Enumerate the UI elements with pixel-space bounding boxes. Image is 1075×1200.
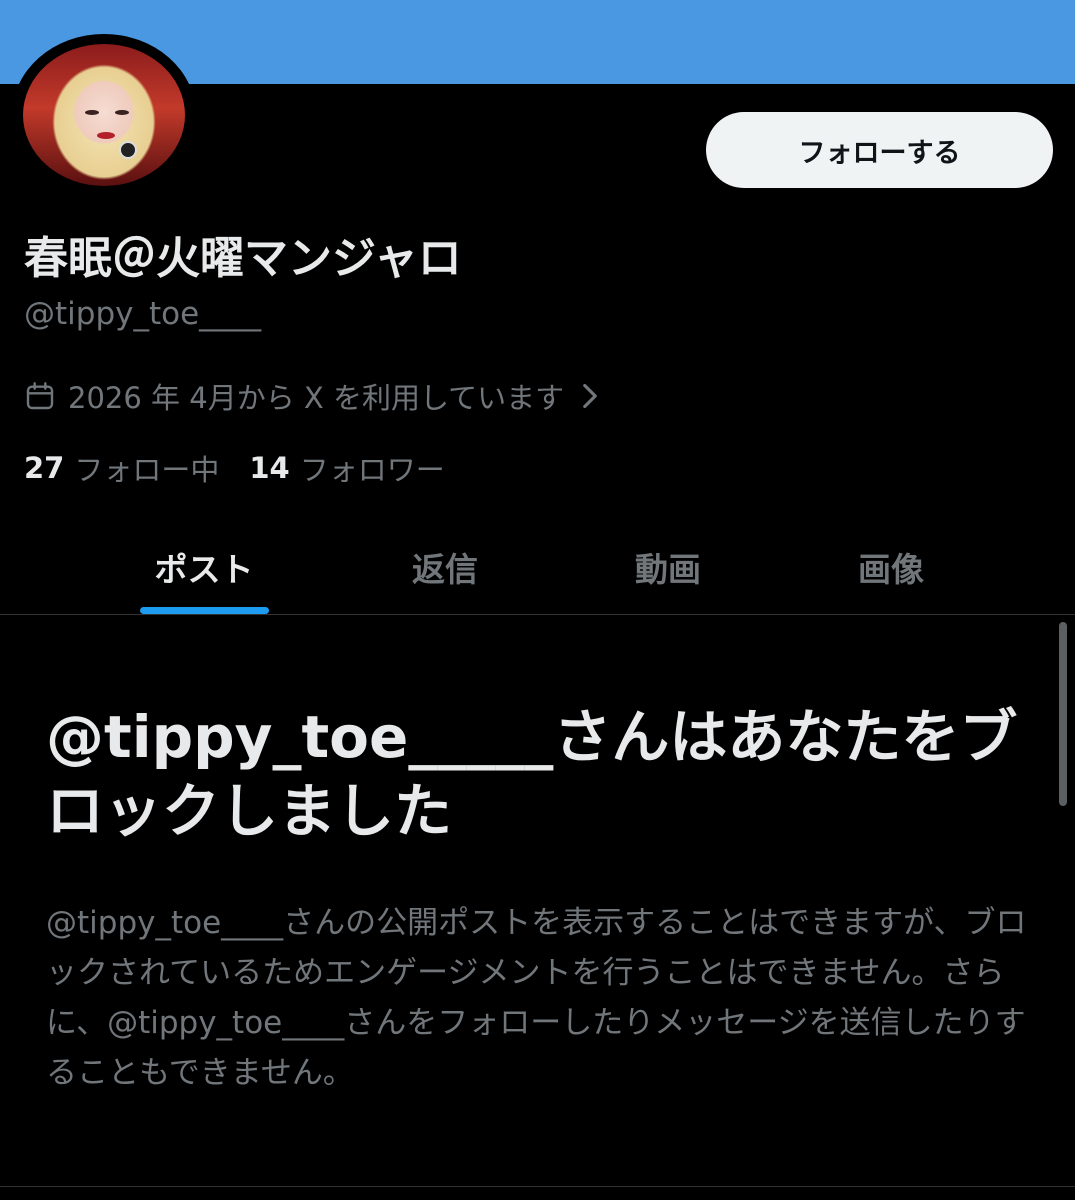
avatar-detail [115,110,129,115]
profile-tabs: ポスト 返信 動画 画像 [0,520,1075,615]
follow-button[interactable]: フォローする [706,112,1053,188]
tab-images[interactable]: 画像 [791,520,991,614]
tab-replies[interactable]: 返信 [345,520,545,614]
following-link[interactable]: 27 フォロー中 [24,447,219,489]
avatar-detail [97,132,115,139]
following-label: フォロー中 [74,453,220,487]
joined-date[interactable]: 2026 年 4月から X を利用しています [24,376,612,416]
avatar[interactable] [23,44,185,186]
display-name: 春眠＠火曜マンジャロ [24,233,462,284]
followers-count: 14 [249,451,290,485]
blocked-description: @tippy_toe____さんの公開ポストを表示することはできますが、ブロック… [46,905,1027,1091]
scrollbar[interactable] [1059,622,1067,806]
divider [0,1186,1075,1187]
avatar-detail [85,110,99,115]
joined-text: 2026 年 4月から X を利用しています [68,381,565,415]
active-tab-indicator [140,607,269,614]
following-count: 27 [24,451,65,485]
tab-videos[interactable]: 動画 [568,520,768,614]
follow-stats: 27 フォロー中 14 フォロワー [24,448,475,488]
chevron-right-icon [583,383,597,409]
user-handle: @tippy_toe____ [24,296,262,332]
followers-link[interactable]: 14 フォロワー [249,447,444,489]
tab-posts[interactable]: ポスト [104,520,304,614]
avatar-detail [119,141,137,159]
calendar-icon [26,382,54,410]
followers-label: フォロワー [299,453,445,487]
blocked-title: @tippy_toe_____さんはあなたをブロックしました [46,703,1018,845]
